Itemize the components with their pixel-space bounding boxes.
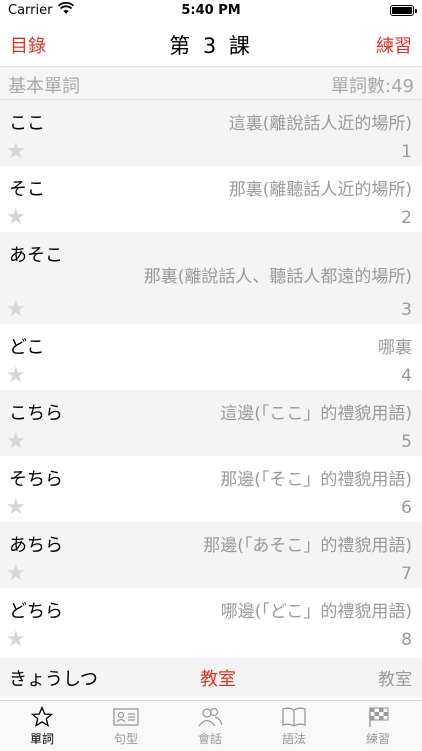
star-icon[interactable]: ★ xyxy=(6,299,26,321)
star-icon[interactable]: ★ xyxy=(6,207,26,229)
word-row[interactable]: あちら 那邊(「あそこ」的禮貌用語) ★ 7 xyxy=(0,522,422,588)
word-row[interactable]: きょうしつ 教室 教室 xyxy=(0,658,422,698)
word-meaning: 那裏(離聽話人近的場所) xyxy=(228,180,412,200)
word-number: 8 xyxy=(401,630,412,650)
status-bar: Carrier 5:40 PM xyxy=(0,0,422,22)
star-icon[interactable]: ★ xyxy=(6,497,26,519)
word-number: 1 xyxy=(401,142,412,162)
word-meaning: 那裏(離說話人、聽話人都遠的場所) xyxy=(143,267,412,287)
word-row[interactable]: こちら 這邊(「ここ」的禮貌用語) ★ 5 xyxy=(0,390,422,456)
word-kana: あそこ xyxy=(9,245,63,266)
id-card-icon xyxy=(112,706,140,728)
word-row[interactable]: そちら 那邊(「そこ」的禮貌用語) ★ 6 xyxy=(0,456,422,522)
word-kana: きょうしつ xyxy=(9,669,98,690)
word-row[interactable]: ここ 這裏(離說話人近的場所) ★ 1 xyxy=(0,100,422,166)
tab-label: 會話 xyxy=(197,732,222,746)
word-kana: そこ xyxy=(9,179,45,200)
navigation-bar: 目錄 第 3 課 練習 xyxy=(0,22,422,66)
word-count: 單詞數:49 xyxy=(331,76,414,97)
section-title: 基本單詞 xyxy=(8,76,80,97)
word-row[interactable]: あそこ 那裏(離說話人、聽話人都遠的場所) ★ 3 xyxy=(0,232,422,324)
word-row[interactable]: そこ 那裏(離聽話人近的場所) ★ 2 xyxy=(0,166,422,232)
status-time: 5:40 PM xyxy=(181,3,241,18)
checkered-flag-icon xyxy=(364,706,392,728)
star-icon[interactable]: ★ xyxy=(6,365,26,387)
tab-sentence-patterns[interactable]: 句型 xyxy=(84,701,168,751)
tab-grammar[interactable]: 語法 xyxy=(252,701,336,751)
word-kana: ここ xyxy=(9,113,45,134)
word-meaning: 那邊(「そこ」的禮貌用語) xyxy=(220,470,412,490)
word-kana: どちら xyxy=(9,601,63,622)
word-kana: そちら xyxy=(9,469,63,490)
word-number: 6 xyxy=(401,498,412,518)
section-header: 基本單詞 單詞數:49 xyxy=(0,66,422,100)
tab-label: 練習 xyxy=(365,732,390,746)
word-list: ここ 這裏(離說話人近的場所) ★ 1 そこ 那裏(離聽話人近的場所) ★ 2 … xyxy=(0,100,422,654)
word-number: 5 xyxy=(401,432,412,452)
word-row[interactable]: どこ 哪裏 ★ 4 xyxy=(0,324,422,390)
tab-words[interactable]: 單詞 xyxy=(0,701,84,751)
star-icon[interactable]: ★ xyxy=(6,629,26,651)
word-meaning: 這裏(離說話人近的場所) xyxy=(228,114,412,134)
word-meaning: 哪裏 xyxy=(378,338,412,358)
page-title: 第 3 課 xyxy=(169,34,253,58)
word-kanji: 教室 xyxy=(200,669,236,690)
star-icon[interactable]: ★ xyxy=(6,431,26,453)
tab-bar: 單詞 句型 會話 語法 練習 xyxy=(0,700,422,750)
book-icon xyxy=(280,706,308,728)
word-number: 7 xyxy=(401,564,412,584)
word-kana: あちら xyxy=(9,535,63,556)
word-number: 3 xyxy=(401,300,412,320)
tab-label: 語法 xyxy=(281,732,306,746)
word-kana: こちら xyxy=(9,403,63,424)
word-meaning: 哪邊(「どこ」的禮貌用語) xyxy=(220,602,412,622)
star-icon[interactable]: ★ xyxy=(6,563,26,585)
star-icon xyxy=(28,705,56,728)
star-icon[interactable]: ★ xyxy=(6,141,26,163)
word-number: 2 xyxy=(401,208,412,228)
tab-label: 單詞 xyxy=(29,732,54,746)
word-meaning: 那邊(「あそこ」的禮貌用語) xyxy=(203,536,412,556)
tab-practice[interactable]: 練習 xyxy=(336,701,420,751)
tab-label: 句型 xyxy=(113,732,138,746)
word-meaning: 教室 xyxy=(378,670,412,690)
practice-button[interactable]: 練習 xyxy=(376,32,412,58)
word-number: 4 xyxy=(401,366,412,386)
word-kana: どこ xyxy=(9,337,45,358)
battery-icon xyxy=(390,5,417,16)
tab-conversation[interactable]: 會話 xyxy=(168,701,252,751)
people-icon xyxy=(196,706,224,728)
word-row[interactable]: どちら 哪邊(「どこ」的禮貌用語) ★ 8 xyxy=(0,588,422,654)
word-meaning: 這邊(「ここ」的禮貌用語) xyxy=(220,404,412,424)
